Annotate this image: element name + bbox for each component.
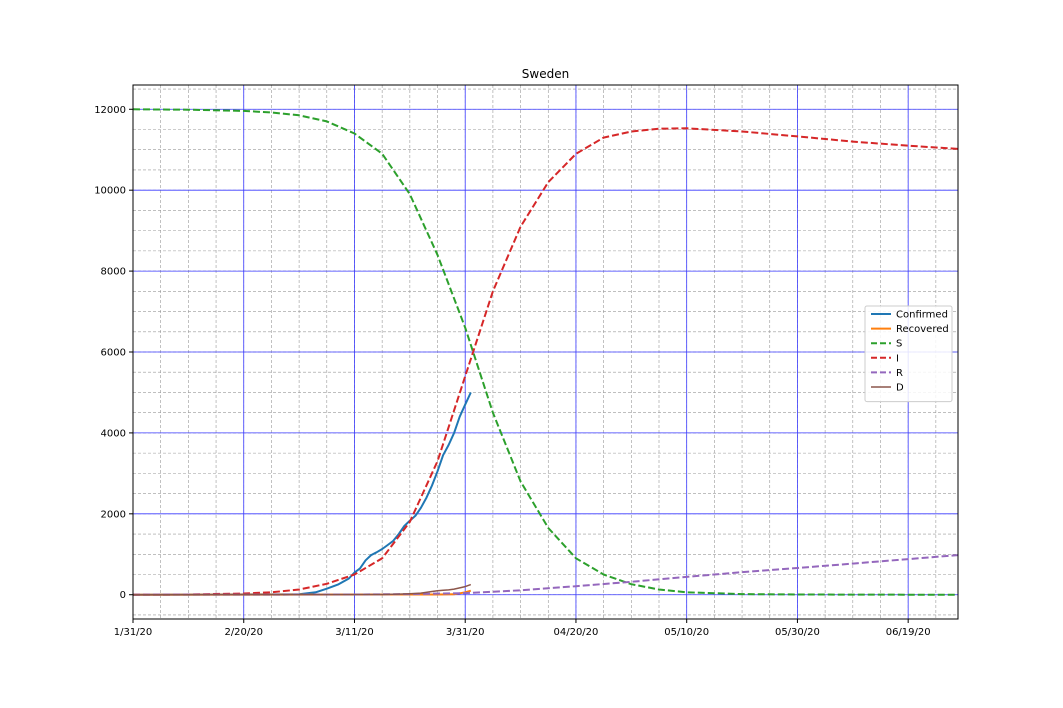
x-tick-label: 2/20/20 <box>224 627 263 638</box>
legend-label-recovered: Recovered <box>896 324 949 335</box>
chart-title: Sweden <box>522 67 569 81</box>
x-tick-label: 1/31/20 <box>114 627 153 638</box>
x-tick-label: 3/11/20 <box>335 627 374 638</box>
legend-label-d: D <box>896 383 904 394</box>
y-tick-label: 8000 <box>101 267 126 278</box>
legend-label-s: S <box>896 339 902 350</box>
x-tick-label: 3/31/20 <box>446 627 485 638</box>
x-tick-label: 04/20/20 <box>553 627 598 638</box>
x-tick-label: 05/10/20 <box>664 627 709 638</box>
y-axis: 0 2000 4000 6000 8000 10000 12000 <box>94 105 133 601</box>
chart-canvas: 1/31/20 2/20/20 3/11/20 3/31/20 04/20/20 05/1… <box>94 67 959 638</box>
major-grid <box>132 85 958 619</box>
x-axis: 1/31/20 2/20/20 3/11/20 3/31/20 04/20/20 05/1… <box>114 619 931 638</box>
y-tick-label: 12000 <box>94 105 126 116</box>
legend-label-i: I <box>896 353 899 364</box>
legend: Confirmed Recovered SIRD <box>864 305 953 403</box>
y-tick-label: 4000 <box>101 428 126 439</box>
x-tick-label: 05/30/20 <box>775 627 820 638</box>
y-tick-label: 6000 <box>101 348 126 359</box>
series-line-r <box>132 554 959 596</box>
y-tick-label: 0 <box>120 590 126 601</box>
y-tick-label: 10000 <box>94 186 126 197</box>
y-tick-label: 2000 <box>101 509 126 520</box>
x-tick-label: 06/19/20 <box>886 627 931 638</box>
legend-label-confirmed: Confirmed <box>896 310 948 321</box>
legend-label-r: R <box>896 368 903 379</box>
